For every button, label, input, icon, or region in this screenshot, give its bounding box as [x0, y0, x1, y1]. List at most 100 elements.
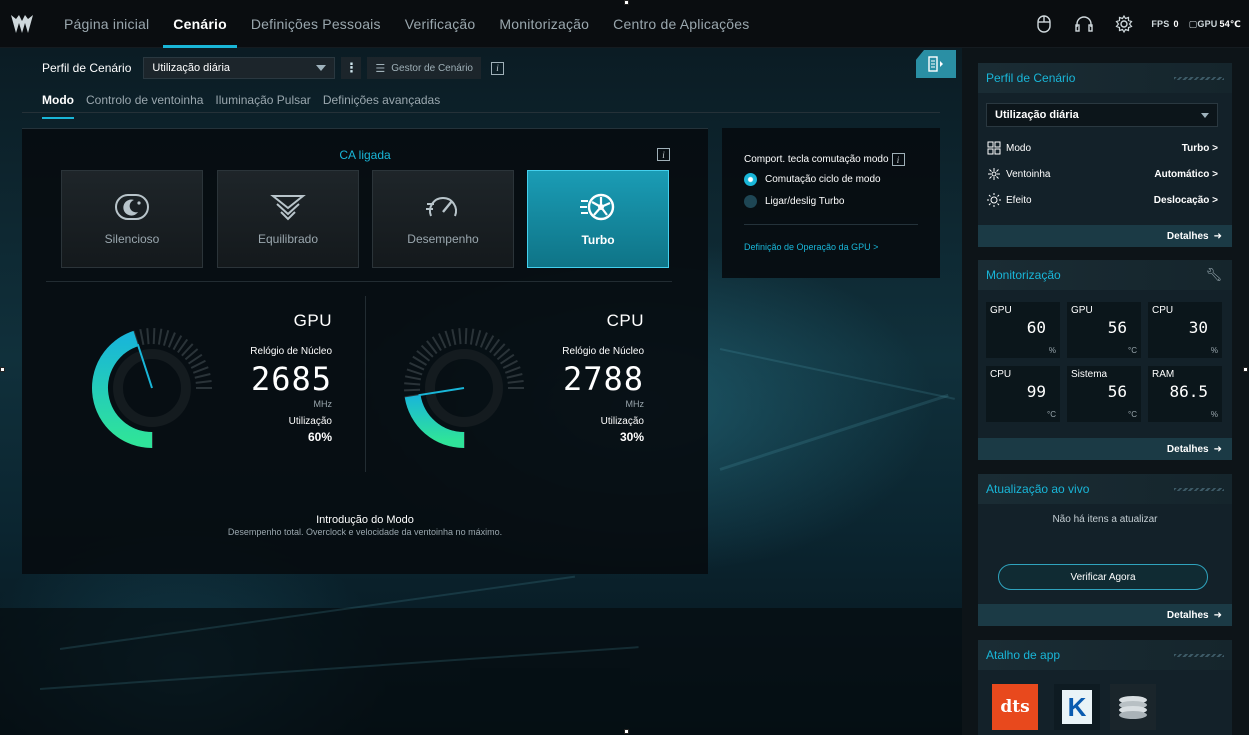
live-update-card-title: Atualização ao vivo [978, 474, 1232, 504]
cpu-util-label: Utilização [600, 416, 644, 427]
gpu-util-label: Utilização [288, 416, 332, 427]
dts-app-icon[interactable]: dts [992, 684, 1038, 730]
collapse-sidebar-button[interactable] [916, 50, 956, 78]
cpu-gauge [404, 328, 524, 448]
app-shortcut-card: Atalho de app dts K [978, 640, 1232, 735]
tab-fan-control[interactable]: Controlo de ventoinha [86, 93, 203, 113]
gauge-tick [479, 332, 488, 348]
right-sidebar: Perfil de Cenário Utilização diária Modo… [962, 48, 1249, 735]
tab-pulse-lighting[interactable]: Iluminação Pulsar [215, 93, 310, 113]
profile-row-mode[interactable]: Modo Turbo > [986, 140, 1218, 156]
scenario-manager-button[interactable]: ☰ Gestor de Cenário [367, 57, 481, 79]
radio-checked-icon [744, 173, 757, 186]
top-nav-bar: Página inicial Cenário Definições Pessoa… [0, 0, 1249, 48]
mode-intro-title: Introdução do Modo [316, 514, 414, 526]
info-icon[interactable]: i [891, 153, 905, 166]
nav-home[interactable]: Página inicial [64, 0, 149, 48]
gauge-tick [406, 368, 423, 376]
nav-monitoring[interactable]: Monitorização [499, 0, 589, 48]
monitoring-card: Monitorização 🔧︎ GPU 60% GPU 56 °C CPU 30% CP… [978, 260, 1232, 460]
gauge-tick [504, 366, 521, 374]
gauge-tick [444, 330, 452, 347]
scenario-profile-row: Perfil de Cenário Utilização diária ⋮ ☰ … [42, 57, 504, 79]
nav-check[interactable]: Verificação [405, 0, 476, 48]
moon-icon [115, 194, 149, 220]
gauge-tick [437, 333, 447, 349]
cpu-clock-label: Relógio de Núcleo [562, 346, 644, 357]
tab-mode[interactable]: Modo [42, 93, 74, 119]
monitor-tile-cpu-temp: CPU 99 °C [986, 366, 1060, 422]
profile-row-effect[interactable]: Efeito Deslocação > [986, 192, 1218, 208]
monitor-tile-cpu-usage: CPU 30% [1148, 302, 1222, 358]
cpu-clock-value: 2788 [562, 360, 644, 398]
predator-logo-icon [0, 0, 44, 48]
profile-label: Perfil de Cenário [42, 61, 132, 75]
gpu-clock-label: Relógio de Núcleo [250, 346, 332, 357]
gauge-tick [451, 328, 457, 346]
fps-readout: FPS 0 [1151, 19, 1179, 29]
turbo-fan-icon [580, 193, 615, 221]
profile-details-button[interactable]: Detalhes ➜ [978, 225, 1232, 247]
gpu-clock-value: 2685 [250, 360, 332, 398]
check-now-button[interactable]: Verificar Agora [998, 564, 1208, 590]
gauge-tick [192, 366, 209, 374]
gpu-operation-link[interactable]: Definição de Operação da GPU > [744, 242, 878, 252]
headset-icon[interactable] [1067, 7, 1101, 41]
selection-handle [624, 0, 629, 5]
gauge-tick [469, 328, 475, 345]
profile-card-select[interactable]: Utilização diária [986, 103, 1218, 127]
mode-intro-description: Desempenho total. Overclock e velocidade… [227, 527, 503, 537]
gauge-tick [404, 388, 421, 392]
info-icon[interactable]: i [657, 148, 670, 161]
radio-turbo-toggle[interactable]: Ligar/deslig Turbo [744, 195, 845, 208]
cpu-title: CPU [606, 311, 644, 330]
more-options-button[interactable]: ⋮ [341, 57, 362, 79]
gauge-tick [484, 335, 495, 351]
gauge-tick [167, 332, 176, 348]
mode-silent-button[interactable]: Silencioso [61, 170, 203, 268]
radio-unchecked-icon [744, 195, 757, 208]
killer-app-icon[interactable]: K [1054, 684, 1100, 730]
monitor-tile-gpu-usage: GPU 60% [986, 302, 1060, 358]
info-icon[interactable]: i [490, 61, 504, 75]
cpu-gauge-block: CPU Relógio de Núcleo 2788 MHz Utilizaçã… [354, 308, 654, 458]
balance-chevron-icon [270, 195, 306, 221]
gauge-tick [139, 328, 145, 346]
gpu-temp-readout: ▢GPU 54℃ [1188, 18, 1241, 29]
chevron-down-icon [316, 65, 327, 71]
ac-status: CA ligada [339, 148, 391, 162]
panel-toggle-icon [928, 56, 943, 72]
gauge-tick [409, 361, 425, 371]
profile-card-title: Perfil de Cenário [978, 63, 1232, 93]
gpu-util-value: 60% [307, 430, 332, 444]
list-icon: ☰ [375, 62, 386, 75]
selection-handle [624, 729, 629, 734]
nav-scenario[interactable]: Cenário [163, 0, 237, 48]
monitoring-card-title: Monitorização 🔧︎ [978, 260, 1232, 290]
gauge-tick [502, 359, 518, 369]
radio-mode-cycle[interactable]: Comutação ciclo de modo [744, 173, 881, 186]
wrench-icon[interactable]: 🔧︎ [1205, 260, 1222, 290]
gauge-tick [190, 359, 206, 369]
mode-balanced-button[interactable]: Equilibrado [217, 170, 359, 268]
no-updates-text: Não há itens a atualizar [1052, 514, 1158, 525]
mouse-icon[interactable] [1027, 7, 1061, 41]
profile-row-fan[interactable]: Ventoinha Automático > [986, 166, 1218, 182]
disk-stack-app-icon[interactable] [1110, 684, 1156, 730]
nav-app-center[interactable]: Centro de Aplicações [613, 0, 749, 48]
profile-card: Perfil de Cenário Utilização diária Modo… [978, 63, 1232, 247]
mode-key-panel: Comport. tecla comutação modo i Comutação… [722, 128, 940, 278]
gpu-clock-unit: MHz [313, 399, 333, 409]
monitoring-details-button[interactable]: Detalhes ➜ [978, 438, 1232, 460]
settings-gear-icon[interactable] [1107, 7, 1141, 41]
mode-performance-button[interactable]: Desempenho [372, 170, 514, 268]
update-details-button[interactable]: Detalhes ➜ [978, 604, 1232, 626]
tab-advanced-settings[interactable]: Definições avançadas [323, 93, 440, 113]
profile-select[interactable]: Utilização diária [143, 57, 336, 79]
grid-mode-icon [986, 140, 1002, 156]
gauge-tick [404, 382, 421, 386]
chevron-down-icon [1201, 112, 1209, 118]
nav-personal-settings[interactable]: Definições Pessoais [251, 0, 381, 48]
gpu-gauge-block: GPU Relógio de Núcleo 2685 MHz Utilizaçã… [42, 308, 342, 458]
mode-turbo-button[interactable]: Turbo [527, 170, 669, 268]
